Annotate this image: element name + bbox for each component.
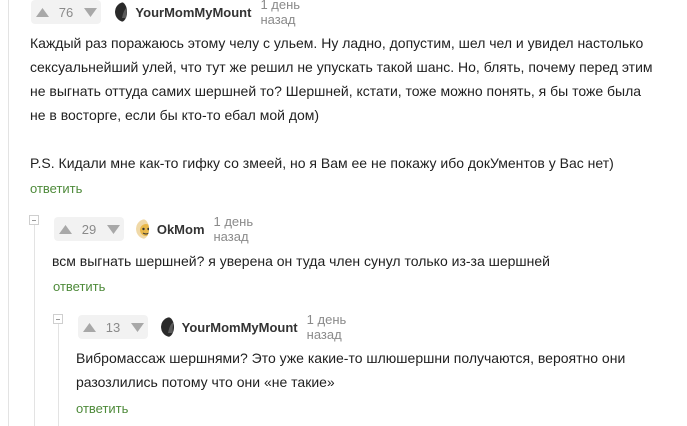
comment-line: разозлились потому что они «не такие» [76,374,335,390]
downvote-button[interactable] [79,0,101,24]
comment-header: 76 YourMomMyMount 1 день назад [31,0,309,27]
rating-widget: 29 [54,217,124,241]
timestamp: 1 день назад [306,312,347,342]
comment-line [30,127,653,151]
avatar[interactable] [115,2,128,22]
comment-header: 13 YourMomMyMount 1 день назад [78,312,356,342]
arrow-down-icon [130,322,144,332]
upvote-button[interactable] [78,315,100,339]
reply-link[interactable]: ответить [76,401,128,416]
timestamp: 1 день назад [213,214,254,244]
thread-line [8,0,9,426]
timestamp: 1 день назад [260,0,301,27]
rating-count: 13 [105,319,121,335]
rating-count: 29 [81,221,97,237]
arrow-up-icon [58,224,72,234]
arrow-up-icon [82,322,96,332]
rating-widget: 13 [78,315,148,339]
avatar[interactable] [136,219,149,239]
author-name[interactable]: YourMomMyMount [135,5,251,20]
comment-body: Каждый раз поражаюсь этому челу с ульем.… [30,31,653,175]
arrow-down-icon [106,224,120,234]
downvote-button[interactable] [126,315,148,339]
thread-line [34,224,35,426]
arrow-down-icon [83,7,97,17]
comment-body: всм выгнать шершней? я уверена он туда ч… [52,249,550,273]
reply-link[interactable]: ответить [30,181,82,196]
upvote-button[interactable] [54,217,76,241]
reply-link[interactable]: ответить [53,279,105,294]
comment-line: всм выгнать шершней? я уверена он туда ч… [52,253,551,269]
comment-line: P.S. Кидали мне как-то гифку со змеей, н… [30,155,614,171]
rating-widget: 76 [31,0,101,24]
author-name[interactable]: OkMom [157,222,205,237]
comment-line: Каждый раз поражаюсь этому челу с ульем.… [30,35,644,51]
rating-count: 76 [58,4,74,20]
comment-line: Вибромассаж шершнями? Это уже какие-то ш… [76,350,626,366]
comment-line: не в восторге, если бы кто-то ебал мой д… [30,107,320,123]
author-name[interactable]: YourMomMyMount [182,320,298,335]
thread-line [58,322,59,426]
collapse-icon[interactable] [53,314,63,324]
upvote-button[interactable] [31,0,53,24]
comment-header: 29 OkMom 1 день назад [54,214,264,244]
avatar[interactable] [161,317,174,337]
comment-line: не выгнать оттуда самих шершней то? Шерш… [30,83,642,99]
arrow-up-icon [35,7,49,17]
collapse-icon[interactable] [29,215,39,225]
comment-line: сексуальнейший улей, что тут же решил не… [30,59,653,75]
comment-body: Вибромассаж шершнями? Это уже какие-то ш… [76,346,625,394]
downvote-button[interactable] [102,217,124,241]
